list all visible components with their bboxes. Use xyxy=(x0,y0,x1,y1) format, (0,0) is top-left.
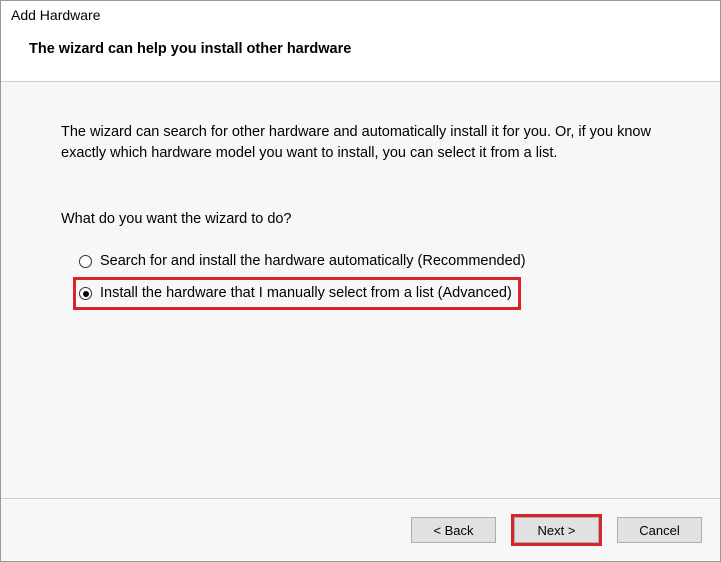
description-text: The wizard can search for other hardware… xyxy=(61,122,670,164)
window-title: Add Hardware xyxy=(1,1,720,23)
radio-group: Search for and install the hardware auto… xyxy=(61,248,670,310)
question-text: What do you want the wizard to do? xyxy=(61,209,670,230)
wizard-window: Add Hardware The wizard can help you ins… xyxy=(0,0,721,562)
wizard-header: The wizard can help you install other ha… xyxy=(1,23,720,82)
back-button[interactable]: < Back xyxy=(411,517,496,543)
radio-input-manual[interactable] xyxy=(79,287,92,300)
wizard-content: The wizard can search for other hardware… xyxy=(1,82,720,498)
radio-option-auto[interactable]: Search for and install the hardware auto… xyxy=(76,248,532,275)
wizard-footer: < Back Next > Cancel xyxy=(1,498,720,561)
radio-label-auto[interactable]: Search for and install the hardware auto… xyxy=(100,251,526,272)
radio-label-manual[interactable]: Install the hardware that I manually sel… xyxy=(100,283,512,304)
next-button[interactable]: Next > xyxy=(514,517,599,543)
radio-option-manual[interactable]: Install the hardware that I manually sel… xyxy=(73,277,521,310)
cancel-button[interactable]: Cancel xyxy=(617,517,702,543)
radio-input-auto[interactable] xyxy=(79,255,92,268)
